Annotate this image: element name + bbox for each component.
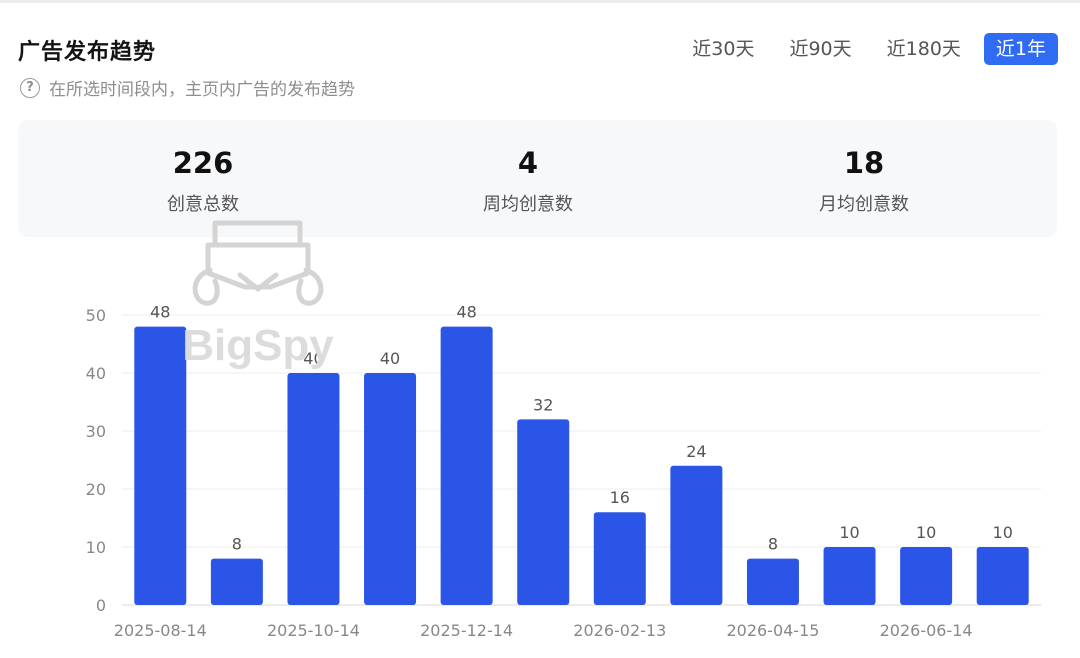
y-tick-label: 0 — [96, 596, 106, 615]
y-tick-label: 30 — [86, 422, 106, 441]
data-label: 48 — [150, 303, 170, 322]
bar — [746, 558, 799, 605]
data-label: 10 — [916, 523, 936, 542]
bigspy-watermark: BigSpy — [182, 220, 334, 370]
bar — [287, 373, 340, 605]
y-tick-label: 10 — [86, 538, 106, 557]
y-tick-label: 50 — [86, 306, 106, 325]
x-tick-label: 2026-06-14 — [880, 621, 973, 640]
bar-chart: 01020304050 48840 4048321624810 10 102025-08… — [86, 303, 1041, 640]
watermark-text: BigSpy — [182, 321, 334, 370]
data-label: 24 — [686, 442, 706, 461]
y-tick-label: 40 — [86, 364, 106, 383]
bar — [440, 326, 493, 605]
bar — [593, 512, 646, 605]
bar — [210, 558, 263, 605]
data-label: 32 — [533, 395, 553, 414]
x-tick-label: 2025-10-14 — [267, 621, 360, 640]
x-tick-label: 2026-04-15 — [726, 621, 819, 640]
y-tick-label: 20 — [86, 480, 106, 499]
x-tick-label: 2025-08-14 — [114, 621, 207, 640]
data-label: 10 — [839, 523, 859, 542]
bar — [976, 547, 1029, 605]
bar — [823, 547, 876, 605]
x-tick-label: 2025-12-14 — [420, 621, 513, 640]
bar — [900, 547, 953, 605]
data-label: 8 — [232, 535, 242, 554]
bar — [517, 419, 570, 605]
data-label: 10 — [993, 523, 1013, 542]
x-tick-label: 2026-02-13 — [573, 621, 666, 640]
data-label: 40 — [380, 349, 400, 368]
bar — [670, 465, 723, 605]
bar — [364, 373, 417, 605]
data-label: 8 — [768, 535, 778, 554]
data-label: 16 — [610, 488, 630, 507]
data-label: 48 — [456, 303, 476, 322]
